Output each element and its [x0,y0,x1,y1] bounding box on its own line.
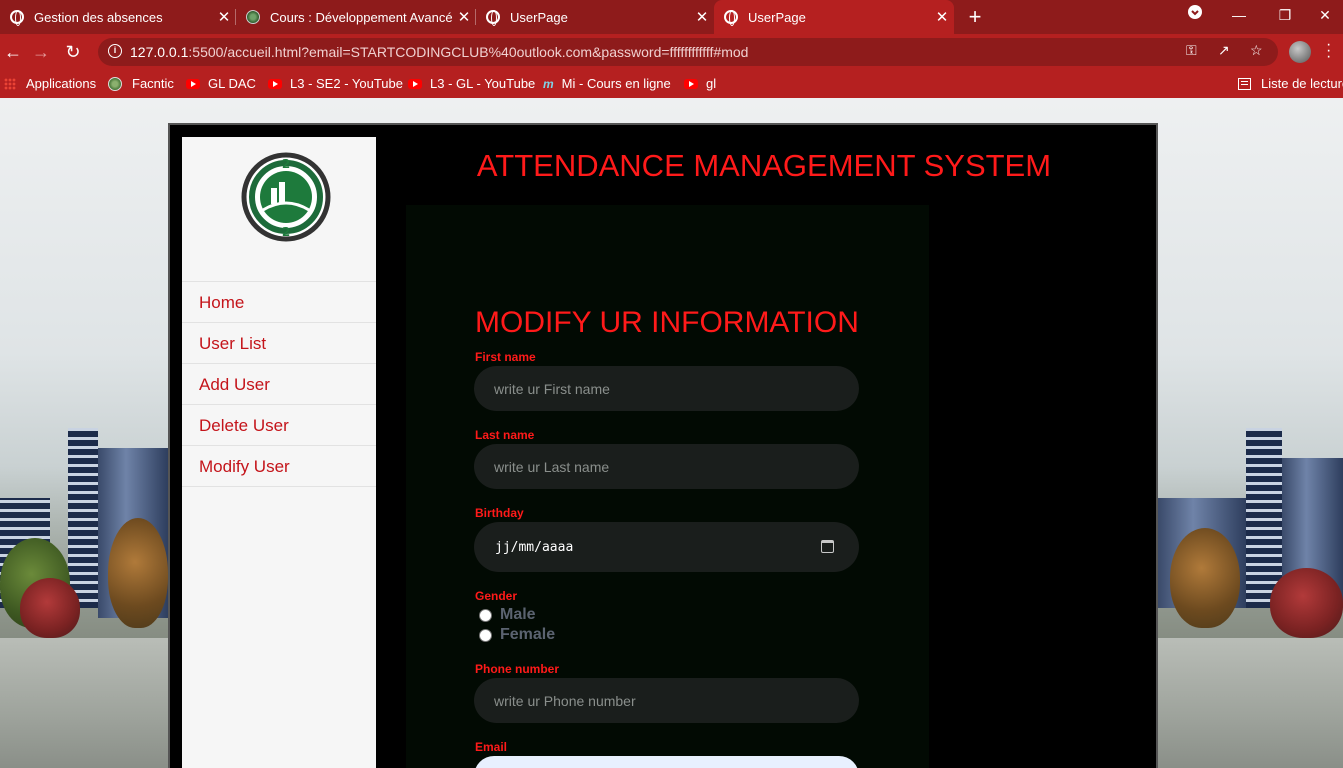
profile-avatar[interactable] [1289,41,1311,63]
bookmark-label: Mi - Cours en ligne [561,76,671,91]
tab-cours[interactable]: Cours : Développement Avancé d ✕ [236,0,476,34]
close-window-icon[interactable]: ✕ [1302,0,1343,34]
bookmark-l3-se2[interactable]: L3 - SE2 - YouTube [268,76,403,91]
sidebar-item-modify-user[interactable]: Modify User [182,446,376,487]
moodle-icon: m [543,76,554,91]
tree [108,518,168,628]
birthday-label: Birthday [475,506,524,520]
tree [1270,568,1343,638]
email-label: Email [475,740,508,754]
youtube-icon [684,78,698,89]
university-logo: 2 2 [241,152,331,242]
minimize-icon[interactable]: — [1216,0,1262,34]
tab-title: Gestion des absences [34,9,163,25]
youtube-icon [408,78,422,89]
reading-list-icon [1238,77,1251,90]
address-bar[interactable]: i 127.0.0.1:5500/accueil.html?email=STAR… [98,38,1278,66]
tab-title: Cours : Développement Avancé d [270,9,452,25]
key-icon[interactable]: ⚿ [1186,42,1197,59]
youtube-icon [186,78,200,89]
close-icon[interactable]: ✕ [690,8,714,26]
svg-text:2: 2 [282,157,290,171]
sidebar-menu: Home User List Add User Delete User Modi… [182,281,376,487]
calendar-icon[interactable] [821,540,834,553]
url-text[interactable]: 127.0.0.1:5500/accueil.html?email=STARTC… [130,44,748,60]
radio-label: Male [500,606,536,623]
building [68,428,98,608]
close-icon[interactable]: ✕ [452,8,476,26]
site-icon [108,76,122,91]
sidebar-item-delete-user[interactable]: Delete User [182,405,376,446]
email-input[interactable] [474,756,859,768]
kebab-menu-icon[interactable]: · · · [1326,37,1331,65]
globe-icon [724,10,738,26]
tab-search-icon[interactable] [1172,0,1218,34]
radio-button[interactable] [479,628,492,642]
first-name-input[interactable] [474,366,859,411]
globe-icon [10,10,24,26]
bookmark-gl[interactable]: gl [684,76,716,91]
tab-userpage-1[interactable]: UserPage ✕ [476,0,714,34]
forward-icon[interactable]: → [28,39,54,65]
tab-strip: Gestion des absences ✕ Cours : Développe… [0,0,1343,34]
page-title: ATTENDANCE MANAGEMENT SYSTEM [476,148,1052,183]
bookmark-label: Facntic [132,76,174,91]
bookmark-label: Applications [26,76,97,91]
gender-label: Gender [475,589,518,603]
apps-icon [4,77,16,90]
svg-text:2: 2 [282,225,290,239]
radio-button[interactable] [479,608,492,622]
site-info-icon[interactable]: i [108,44,122,58]
bookmark-facntic[interactable]: Facntic [108,76,174,91]
last-name-label: Last name [475,428,535,442]
tree [1170,528,1240,628]
radio-label: Female [500,626,556,643]
bookmark-l3-gl[interactable]: L3 - GL - YouTube [408,76,535,91]
tab-title: UserPage [748,9,806,25]
phone-input[interactable] [474,678,859,723]
bookmark-label: L3 - GL - YouTube [430,76,536,91]
bookmark-gl-dac[interactable]: GL DAC [186,76,256,91]
reading-list-label: Liste de lecture [1261,76,1343,91]
bookmark-label: GL DAC [208,76,256,91]
tab-userpage-active[interactable]: UserPage ✕ [714,0,954,34]
gender-option-male[interactable]: Male [479,606,536,624]
reading-list-button[interactable]: Liste de lecture [1238,76,1343,91]
birthday-value: jj/mm/aaaa [495,540,574,555]
bookmark-label: L3 - SE2 - YouTube [290,76,403,91]
close-icon[interactable]: ✕ [212,8,236,26]
reload-icon[interactable]: ↻ [60,39,86,65]
tab-gestion-absences[interactable]: Gestion des absences ✕ [0,0,236,34]
back-icon[interactable]: ← [0,39,26,65]
sidebar-item-user-list[interactable]: User List [182,323,376,364]
form-title: MODIFY UR INFORMATION [475,306,859,339]
sidebar-item-home[interactable]: Home [182,282,376,323]
close-icon[interactable]: ✕ [930,8,954,26]
bookmarks-bar: Applications Facntic GL DAC L3 - SE2 - Y… [0,70,1343,98]
sidebar-item-add-user[interactable]: Add User [182,364,376,405]
bookmark-label: gl [706,76,717,91]
last-name-input[interactable] [474,444,859,489]
bookmark-mi-cours[interactable]: m Mi - Cours en ligne [543,76,671,91]
first-name-label: First name [475,350,536,364]
tab-title: UserPage [510,9,568,25]
share-icon[interactable]: ↗ [1218,42,1230,59]
browser-toolbar: ← → ↻ i 127.0.0.1:5500/accueil.html?emai… [0,34,1343,70]
gender-option-female[interactable]: Female [479,626,555,644]
tree [20,578,80,638]
star-icon[interactable]: ☆ [1250,42,1263,59]
bookmark-applications[interactable]: Applications [4,76,96,91]
youtube-icon [268,78,282,89]
new-tab-button[interactable]: + [962,4,988,30]
phone-label: Phone number [475,662,560,676]
globe-icon [486,10,500,26]
site-icon [246,10,260,24]
